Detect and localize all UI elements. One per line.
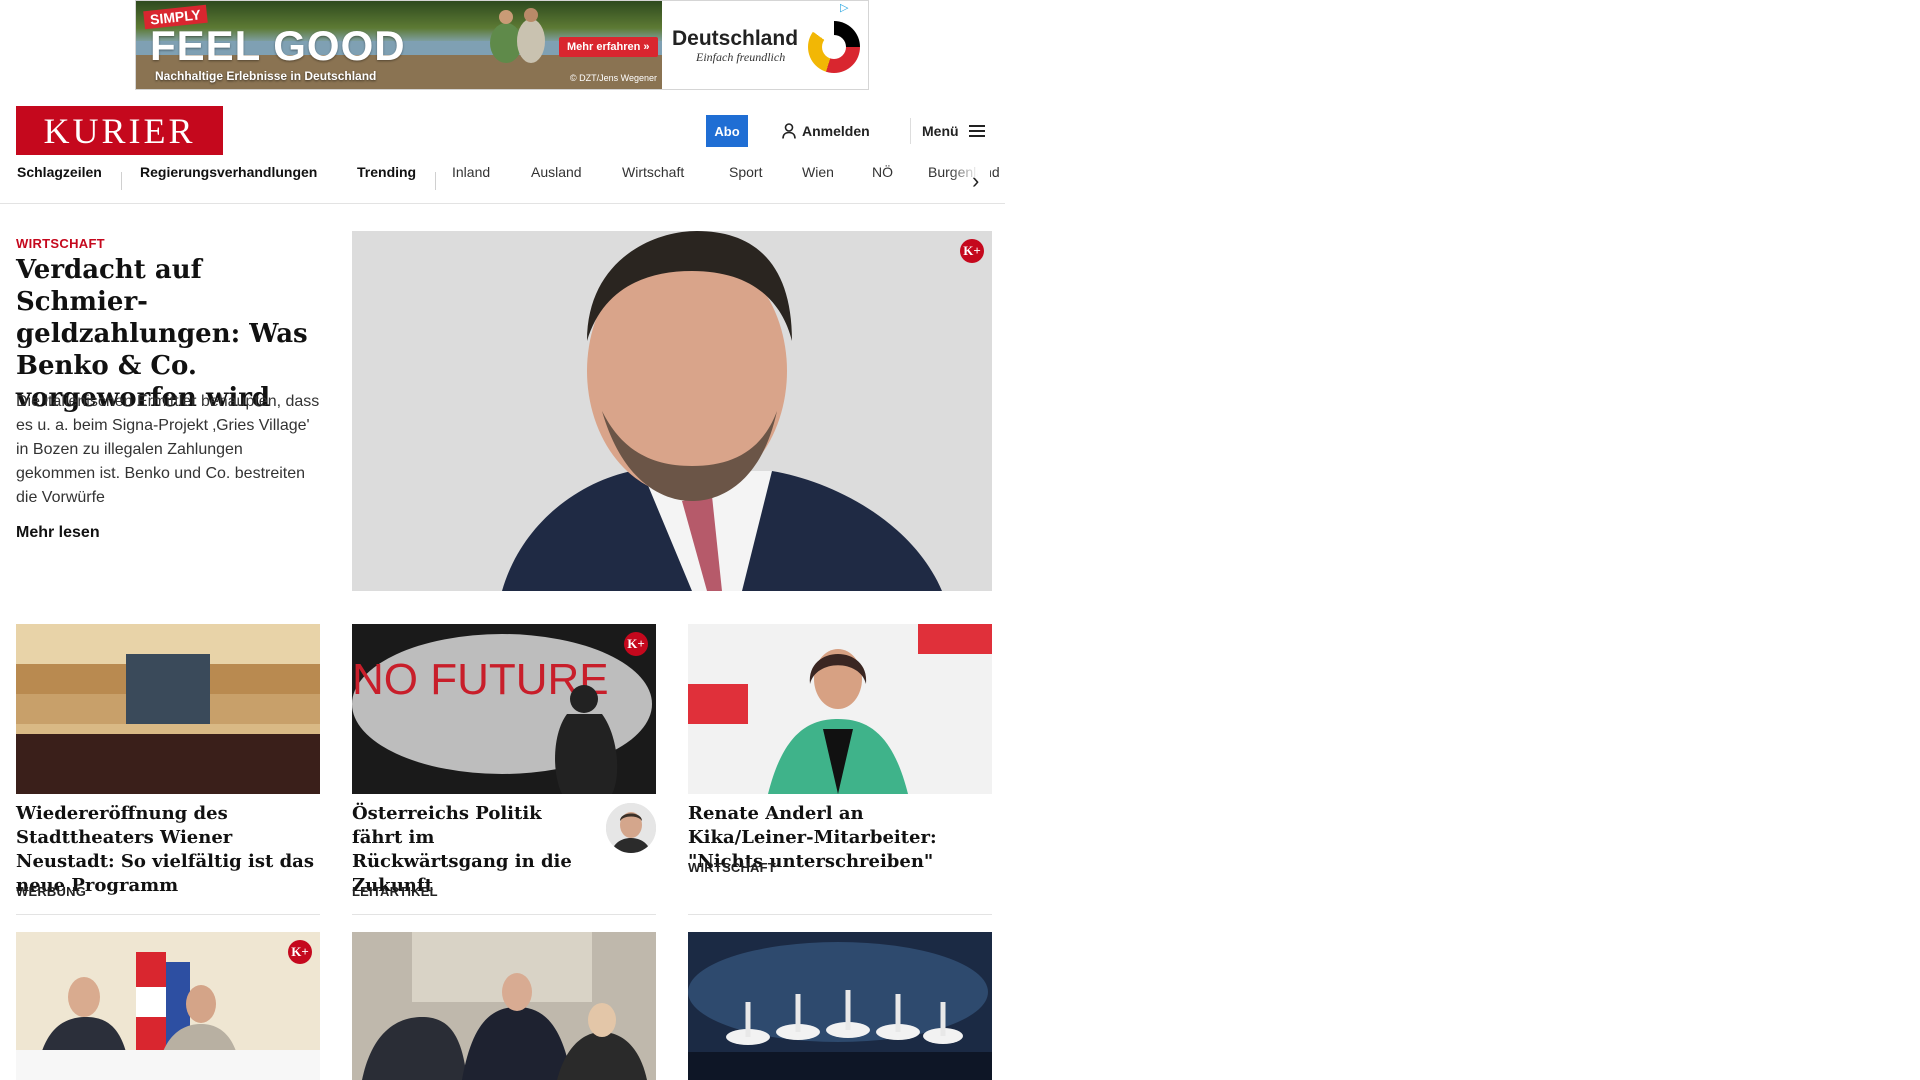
card-divider (352, 914, 656, 915)
advertisement-banner[interactable]: SIMPLY FEEL GOOD Nachhaltige Erlebnisse … (135, 0, 869, 90)
author-photo (606, 803, 656, 853)
card-image-parliament[interactable] (352, 932, 656, 1080)
speaker-image (688, 624, 992, 794)
section-navigation: Schlagzeilen Regierungsverhandlungen Tre… (0, 164, 1005, 204)
svg-text:NO FUTURE: NO FUTURE (352, 655, 609, 704)
abo-button[interactable]: Abo (706, 115, 748, 147)
lead-portrait-image (352, 231, 992, 591)
nav-fade (950, 164, 990, 202)
menu-label: Menü (922, 123, 959, 139)
premium-badge-icon: K+ (960, 239, 984, 263)
kurier-logo[interactable]: KURIER (16, 106, 223, 155)
nav-separator (435, 172, 436, 190)
ballet-image (688, 932, 992, 1080)
nav-item-schlagzeilen[interactable]: Schlagzeilen (17, 164, 102, 204)
menu-button[interactable]: Menü (922, 120, 985, 142)
ad-headline: FEEL GOOD (150, 22, 406, 69)
ad-subline: Nachhaltige Erlebnisse in Deutschland (155, 69, 377, 83)
premium-badge-icon: K+ (624, 632, 648, 656)
germany-logo-icon (808, 21, 860, 73)
card-image-anderl[interactable] (688, 624, 992, 794)
lead-image[interactable]: K+ (352, 231, 992, 591)
adchoices-icon[interactable]: ▷ (840, 2, 852, 14)
nav-item-trending[interactable]: Trending (357, 164, 416, 204)
nav-item-noe[interactable]: NÖ (872, 164, 893, 204)
login-label: Anmelden (802, 123, 870, 139)
read-more-link[interactable]: Mehr lesen (16, 524, 100, 542)
card-category[interactable]: LEITARTIKEL (352, 884, 438, 899)
header-divider (910, 118, 911, 144)
theater-image (16, 624, 320, 794)
nav-separator (121, 172, 122, 190)
graffiti-image: NO FUTURE (352, 624, 656, 794)
nav-item-wien[interactable]: Wien (802, 164, 834, 204)
author-avatar[interactable] (606, 803, 656, 853)
card-category[interactable]: WERBUNG (16, 884, 86, 899)
lead-category[interactable]: WIRTSCHAFT (16, 236, 105, 251)
ad-photo[interactable]: SIMPLY FEEL GOOD Nachhaltige Erlebnisse … (136, 1, 662, 89)
user-icon (782, 123, 796, 139)
ad-brand-panel[interactable]: ▷ Deutschland Einfach freundlich (662, 1, 868, 89)
card-image-no-future[interactable]: NO FUTURE K+ (352, 624, 656, 794)
politicians-image (352, 932, 656, 1080)
card-image-chancellery[interactable]: K+ (16, 932, 320, 1080)
chevron-right-icon[interactable]: › (972, 170, 979, 192)
hamburger-icon (968, 125, 985, 137)
nav-item-regierungsverhandlungen[interactable]: Regierungsverhandlungen (140, 164, 317, 204)
card-divider (688, 914, 992, 915)
press-conference-image (16, 932, 320, 1080)
ad-credit: © DZT/Jens Wegener (570, 73, 657, 83)
nav-item-sport[interactable]: Sport (729, 164, 762, 204)
lead-teaser: Die italienischen Ermittler behaupten, d… (16, 393, 320, 506)
nav-item-inland[interactable]: Inland (452, 164, 490, 204)
login-button[interactable]: Anmelden (782, 120, 870, 142)
nav-item-wirtschaft[interactable]: Wirtschaft (622, 164, 684, 204)
card-divider (16, 914, 320, 915)
ad-brand-tagline: Einfach freundlich (696, 50, 786, 64)
card-image-ballet[interactable] (688, 932, 992, 1080)
ad-brand-title: Deutschland (672, 27, 799, 50)
card-image-theater[interactable] (16, 624, 320, 794)
premium-badge-icon: K+ (288, 940, 312, 964)
card-category[interactable]: WIRTSCHAFT (688, 860, 776, 875)
ad-cta-button[interactable]: Mehr erfahren » (559, 37, 658, 57)
nav-item-ausland[interactable]: Ausland (531, 164, 582, 204)
